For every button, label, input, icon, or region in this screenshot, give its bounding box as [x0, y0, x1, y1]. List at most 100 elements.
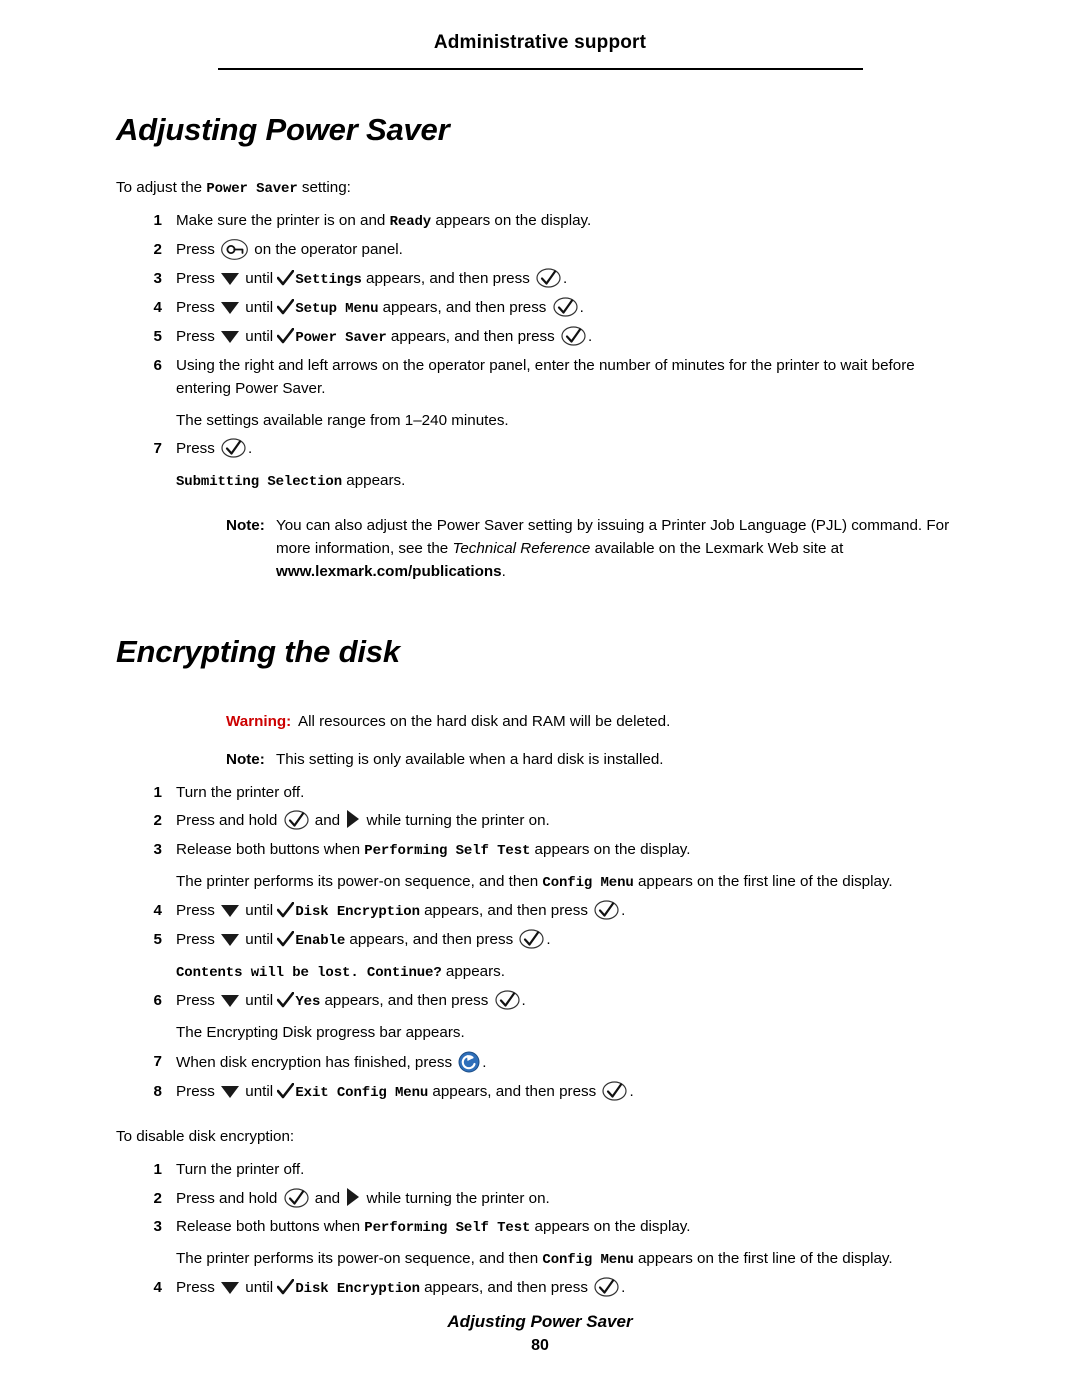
display-message-text: Config Menu [542, 1252, 634, 1269]
numbered-step: 4 Press until Setup Menu appears, and the… [116, 297, 964, 320]
step-text: until [241, 931, 278, 949]
section1-steps: 1 Make sure the printer is on and Ready a… [116, 210, 964, 493]
down-arrow-icon [221, 905, 240, 918]
select-icon [494, 990, 520, 1010]
step-text: Using the right and left arrows on the o… [176, 357, 915, 397]
step-text: appears, and then press [428, 1082, 601, 1100]
section2-disable-steps: 1 Turn the printer off. 2 Press and hold an… [116, 1159, 964, 1301]
step-continuation: The settings available range from 1–240 … [176, 410, 964, 433]
step-number: 1 [153, 212, 162, 230]
note-text-mid: available on the Lexmark Web site at [590, 540, 844, 558]
step-text: on the operator panel. [250, 241, 403, 259]
numbered-step: 7 Press . [116, 438, 964, 461]
step-text: Press and hold [176, 1189, 282, 1207]
section2-warning: Warning: All resources on the hard disk a… [226, 711, 964, 733]
numbered-step: 6 Using the right and left arrows on the … [116, 355, 964, 401]
note-label: Note: [226, 750, 265, 768]
step-text: Turn the printer off. [176, 1160, 305, 1178]
section-title-encrypting-the-disk: Encrypting the disk [116, 633, 400, 669]
step-number: 3 [153, 270, 162, 288]
step-text: The printer performs its power-on sequen… [176, 1250, 543, 1268]
check-icon [277, 902, 295, 918]
display-message-text: Exit Config Menu [295, 1084, 429, 1101]
numbered-step: 5 Press until Enable appears, and then pr… [116, 929, 964, 952]
select-icon [519, 929, 545, 949]
step-text: Press [176, 328, 220, 346]
select-icon [561, 326, 586, 346]
step-text: and [310, 812, 345, 830]
step-text: Make sure the printer is on and [176, 212, 390, 230]
step-text: until [241, 299, 278, 317]
down-arrow-icon [221, 1282, 240, 1295]
step-continuation: The printer performs its power-on sequen… [176, 1248, 964, 1271]
select-icon [283, 810, 309, 831]
step-text: appears. [342, 472, 406, 490]
check-icon [277, 931, 295, 947]
step-text: Release both buttons when [176, 841, 365, 859]
numbered-step: 2 Press on the operator panel. [116, 239, 964, 262]
document-page: Administrative support Adjusting Power S… [0, 0, 1080, 1397]
select-icon [594, 900, 619, 920]
check-icon [277, 299, 295, 315]
step-text: . [579, 299, 584, 317]
page-header: Administrative support [433, 32, 647, 53]
step-text: Press [176, 931, 220, 949]
display-message-text: Power Saver [295, 330, 387, 347]
step-text: until [241, 992, 278, 1010]
step-text: Press [176, 1082, 220, 1100]
footer-section-name: Adjusting Power Saver [447, 1312, 633, 1331]
step-text: appears on the display. [431, 212, 592, 230]
step-number: 6 [153, 992, 162, 1010]
step-text: . [482, 1054, 487, 1071]
numbered-step: 1 Turn the printer off. [116, 782, 964, 805]
right-arrow-icon [347, 810, 360, 829]
check-icon [277, 1279, 295, 1295]
step-number: 7 [153, 440, 162, 458]
step-text: until [241, 1082, 278, 1100]
step-number: 4 [153, 902, 162, 920]
section1-note: Note: You can also adjust the Power Saver… [226, 515, 964, 583]
intro-text-pre: To adjust the [116, 178, 207, 196]
step-number: 4 [153, 299, 162, 317]
numbered-step: 4 Press until Disk Encryption appears, an… [116, 900, 964, 923]
step-text: The settings available range from 1–240 … [176, 411, 509, 429]
warning-label: Warning: [226, 712, 292, 730]
step-text: . [248, 440, 253, 458]
step-text: appears on the first line of the display… [633, 873, 893, 891]
step-number: 3 [153, 841, 162, 859]
step-text: appears on the display. [530, 841, 691, 859]
numbered-step: 2 Press and hold and while turning the pr… [116, 810, 964, 833]
step-number: 4 [153, 1279, 162, 1297]
select-icon [536, 268, 561, 288]
section2-steps: 1 Turn the printer off. 2 Press and hold an… [116, 782, 964, 1104]
check-icon [277, 1082, 295, 1099]
intro-mono-power-saver: Power Saver [206, 180, 298, 197]
numbered-step: 3 Release both buttons when Performing Se… [116, 1216, 964, 1239]
step-continuation: The Encrypting Disk progress bar appears… [176, 1022, 964, 1045]
step-continuation: Submitting Selection appears. [176, 470, 964, 493]
note-url: www.lexmark.com/publications [276, 562, 502, 580]
back-icon [458, 1051, 480, 1073]
step-number: 2 [153, 241, 162, 259]
step-text: . [587, 328, 593, 346]
page-footer: Adjusting Power Saver 80 [0, 1312, 1080, 1355]
step-number: 2 [153, 812, 162, 830]
display-message-text: Disk Encryption [295, 1281, 420, 1298]
step-text: Press [176, 270, 220, 288]
step-text: When disk encryption has finished, press [176, 1054, 457, 1071]
select-icon [602, 1081, 628, 1101]
step-text: until [241, 328, 278, 346]
intro-text-post: setting: [297, 178, 351, 196]
display-message-text: Contents will be lost. Continue? [176, 965, 442, 982]
step-text: appears, and then press [378, 299, 551, 317]
step-number: 1 [153, 783, 162, 801]
check-icon [277, 328, 295, 344]
step-text: appears on the display. [530, 1218, 691, 1236]
step-text: . [546, 931, 551, 949]
display-message-text: Config Menu [542, 875, 634, 892]
warning-text: All resources on the hard disk and RAM w… [298, 712, 671, 730]
step-text: Press [176, 992, 220, 1010]
disable-encryption-lead: To disable disk encryption: [116, 1127, 295, 1145]
down-arrow-icon [221, 934, 240, 947]
step-text: appears, and then press [320, 992, 493, 1010]
